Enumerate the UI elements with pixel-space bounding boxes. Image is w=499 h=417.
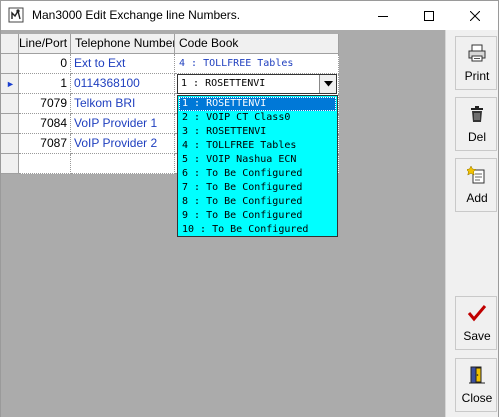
row-indicator[interactable] [1,94,19,114]
delete-button[interactable]: Del [455,97,497,151]
checkmark-icon [456,302,498,324]
line-port-cell[interactable]: 0 [19,54,71,74]
telephone-cell[interactable]: Ext to Ext [71,54,175,74]
line-port-cell[interactable]: 1 [19,74,71,94]
delete-label: Del [467,130,486,144]
dropdown-option[interactable]: 2 : VOIP CT Class0 [179,111,336,125]
current-row-indicator-icon[interactable]: ► [1,74,19,94]
maximize-icon [424,10,434,21]
app-window: Man3000 Edit Exchange line Numbers. Line… [0,0,499,417]
header-code-book[interactable]: Code Book [175,34,339,54]
telephone-cell[interactable]: 0114368100 [71,74,175,94]
telephone-cell[interactable]: VoIP Provider 2 [71,134,175,154]
row-indicator[interactable] [1,114,19,134]
close-icon [470,10,480,21]
chevron-down-icon [323,81,333,87]
dropdown-option[interactable]: 4 : TOLLFREE Tables [179,139,336,153]
save-label: Save [463,329,491,343]
title-bar: Man3000 Edit Exchange line Numbers. [1,1,498,30]
code-book-cell[interactable]: 4 : TOLLFREE Tables [175,54,339,74]
action-toolbar: Print Del Add Save Close [445,30,498,417]
minimize-icon [378,15,388,17]
close-label: Close [461,391,493,405]
trash-icon [456,103,498,125]
dropdown-option[interactable]: 9 : To Be Configured [179,209,336,223]
telephone-cell[interactable]: Telkom BRI [71,94,175,114]
close-button[interactable]: Close [455,358,497,412]
grid-area: Line/Port Telephone Number Code Book 0 E… [1,30,445,417]
header-line-port[interactable]: Line/Port [19,34,71,54]
line-port-cell[interactable]: 7079 [19,94,71,114]
dropdown-option[interactable]: 3 : ROSETTENVI [179,125,336,139]
exit-door-icon [456,364,498,386]
dropdown-option[interactable]: 8 : To Be Configured [179,195,336,209]
dropdown-option[interactable]: 10 : To Be Configured [179,223,336,237]
save-button[interactable]: Save [455,296,497,350]
minimize-button[interactable] [360,1,406,30]
dropdown-option[interactable]: 7 : To Be Configured [179,181,336,195]
dropdown-option[interactable]: 5 : VOIP Nashua ECN [179,153,336,167]
code-book-dropdown-list: 1 : ROSETTENVI 2 : VOIP CT Class0 3 : RO… [177,95,338,237]
row-indicator[interactable] [1,154,19,174]
row-indicator[interactable] [1,54,19,74]
telephone-cell[interactable] [71,154,175,174]
window-title: Man3000 Edit Exchange line Numbers. [32,8,241,22]
app-icon [8,7,24,23]
line-port-cell[interactable] [19,154,71,174]
row-indicator[interactable] [1,134,19,154]
code-book-combo[interactable]: 1 : ROSETTENVI [177,74,337,94]
dropdown-option[interactable]: 1 : ROSETTENVI [179,97,336,111]
close-window-button[interactable] [452,1,498,30]
line-port-cell[interactable]: 7084 [19,114,71,134]
add-label: Add [466,191,488,205]
line-port-cell[interactable]: 7087 [19,134,71,154]
telephone-cell[interactable]: VoIP Provider 1 [71,114,175,134]
print-label: Print [464,69,490,83]
add-button[interactable]: Add [455,158,497,212]
dropdown-option[interactable]: 6 : To Be Configured [179,167,336,181]
client-area: Line/Port Telephone Number Code Book 0 E… [1,30,498,417]
header-telephone-number[interactable]: Telephone Number [71,34,175,54]
combo-dropdown-button[interactable] [319,75,336,93]
add-record-icon [456,164,498,186]
code-book-combo-value: 1 : ROSETTENVI [181,78,266,89]
printer-icon [456,42,498,64]
print-button[interactable]: Print [455,36,497,90]
header-indicator-cell [1,34,19,54]
maximize-button[interactable] [406,1,452,30]
